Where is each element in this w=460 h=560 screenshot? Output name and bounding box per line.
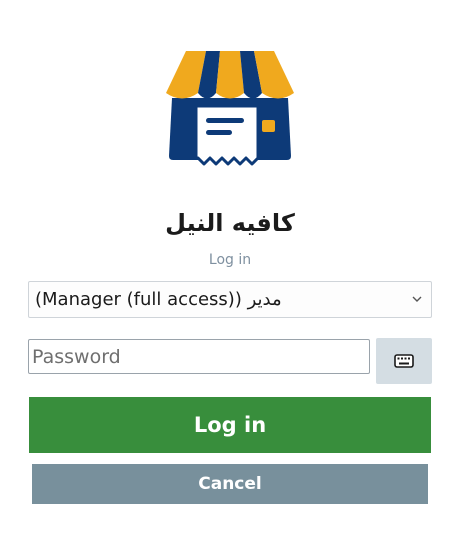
cancel-button[interactable]: Cancel bbox=[32, 464, 428, 504]
role-select[interactable]: مدير (Manager (full access)) bbox=[28, 281, 432, 318]
login-screen: كافيه النيل Log in مدير (Manager (full a… bbox=[0, 0, 460, 560]
password-input[interactable] bbox=[28, 339, 370, 374]
chevron-down-icon bbox=[411, 294, 423, 306]
keyboard-icon bbox=[394, 354, 414, 368]
shop-logo-icon bbox=[166, 51, 294, 166]
role-select-value: مدير (Manager (full access)) bbox=[35, 289, 282, 310]
keyboard-button[interactable] bbox=[376, 338, 432, 384]
shop-name: كافيه النيل bbox=[165, 209, 295, 237]
login-subtitle: Log in bbox=[208, 252, 252, 268]
login-button[interactable]: Log in bbox=[29, 397, 431, 453]
